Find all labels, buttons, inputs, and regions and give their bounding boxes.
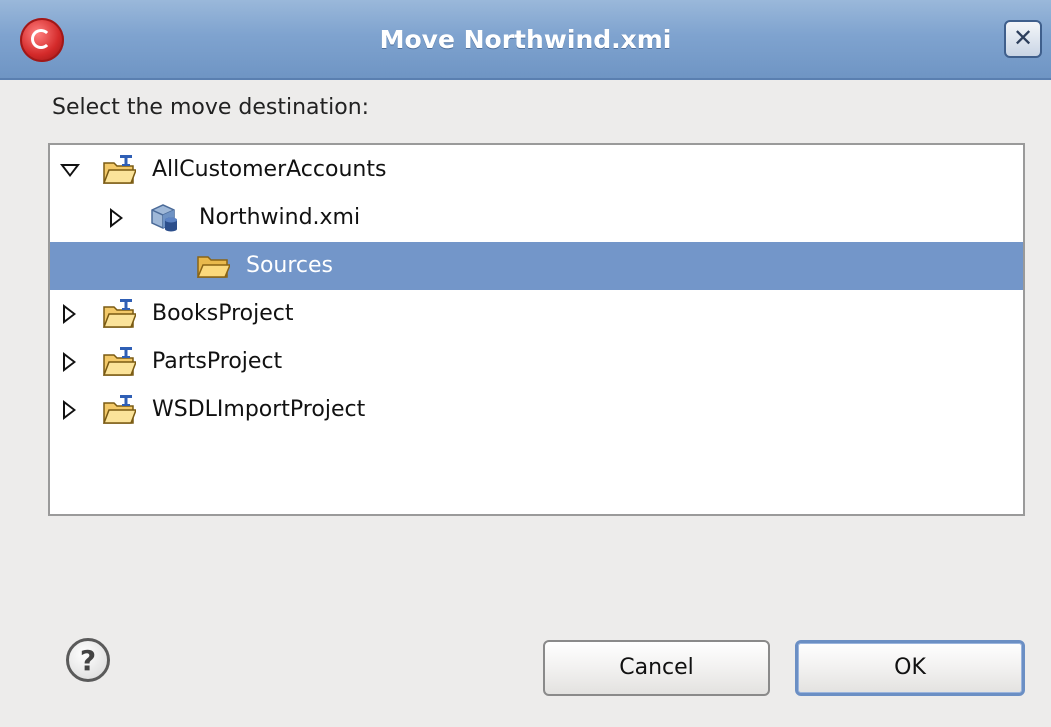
title-bar[interactable]: Move Northwind.xmi ✕ bbox=[0, 0, 1051, 80]
folder-icon bbox=[196, 253, 232, 285]
ok-button[interactable]: OK bbox=[795, 640, 1025, 696]
destination-prompt: Select the move destination: bbox=[52, 95, 370, 120]
destination-tree[interactable]: AllCustomerAccounts Northwind.xmi Source… bbox=[48, 143, 1025, 516]
tree-item-label: AllCustomerAccounts bbox=[152, 157, 387, 182]
tree-item-label: BooksProject bbox=[152, 301, 294, 326]
move-dialog: Move Northwind.xmi ✕ Select the move des… bbox=[0, 0, 1051, 727]
tree-item[interactable]: Sources bbox=[50, 242, 1023, 290]
project-folder-icon bbox=[102, 298, 138, 334]
project-folder-icon bbox=[102, 394, 138, 430]
project-folder-icon bbox=[102, 346, 138, 382]
tree-item[interactable]: Northwind.xmi bbox=[50, 194, 1023, 242]
tree-item-label: Sources bbox=[246, 253, 334, 278]
expand-arrow-icon[interactable] bbox=[63, 400, 76, 420]
tree-item-label: PartsProject bbox=[152, 349, 283, 374]
project-folder-icon bbox=[102, 154, 138, 190]
tree-item[interactable]: PartsProject bbox=[50, 338, 1023, 386]
help-icon[interactable]: ? bbox=[66, 638, 110, 682]
tree-item-label: Northwind.xmi bbox=[199, 205, 361, 230]
expand-arrow-icon[interactable] bbox=[63, 304, 76, 324]
expand-arrow-icon[interactable] bbox=[63, 352, 76, 372]
cancel-button[interactable]: Cancel bbox=[543, 640, 770, 696]
close-button[interactable]: ✕ bbox=[1004, 20, 1042, 58]
tree-item[interactable]: WSDLImportProject bbox=[50, 386, 1023, 434]
tree-item-label: WSDLImportProject bbox=[152, 397, 366, 422]
model-file-icon bbox=[149, 202, 179, 236]
collapse-arrow-icon[interactable] bbox=[60, 164, 80, 177]
tree-item[interactable]: BooksProject bbox=[50, 290, 1023, 338]
expand-arrow-icon[interactable] bbox=[110, 208, 123, 228]
tree-item[interactable]: AllCustomerAccounts bbox=[50, 146, 1023, 194]
dialog-title: Move Northwind.xmi bbox=[379, 25, 672, 54]
